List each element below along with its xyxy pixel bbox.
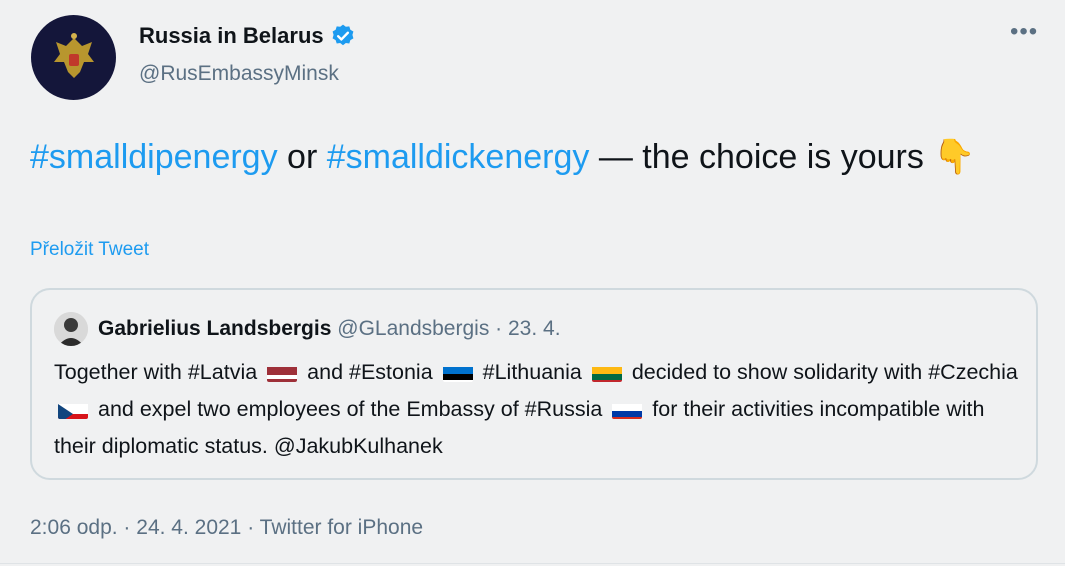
author-name-row[interactable]: Russia in Belarus bbox=[139, 23, 356, 49]
author-handle[interactable]: @RusEmbassyMinsk bbox=[139, 62, 339, 86]
more-options-icon[interactable]: ••• bbox=[1010, 20, 1038, 44]
separator-dot: · bbox=[241, 516, 260, 539]
author-avatar[interactable] bbox=[31, 15, 116, 100]
quoted-author-avatar[interactable] bbox=[54, 312, 88, 346]
separator-dot: · bbox=[117, 516, 137, 539]
verified-badge-icon bbox=[332, 24, 354, 46]
quoted-text-segment: and #Estonia bbox=[307, 360, 433, 384]
quoted-author-name[interactable]: Gabrielius Landsbergis bbox=[98, 317, 331, 340]
author-name[interactable]: Russia in Belarus bbox=[139, 23, 324, 49]
estonia-flag-icon bbox=[442, 362, 473, 382]
quoted-text-segment: decided to show solidarity with #Czechia bbox=[631, 360, 1018, 384]
quoted-text-segment: #Lithuania bbox=[482, 360, 582, 384]
divider bbox=[0, 563, 1065, 564]
tweet-time[interactable]: 2:06 odp. bbox=[30, 516, 118, 539]
quoted-text: Together with #Latvia and #Estonia #Lith… bbox=[54, 354, 1024, 465]
quoted-author-handle[interactable]: @GLandsbergis bbox=[337, 317, 489, 340]
tweet-text-segment: — the choice is yours bbox=[589, 138, 934, 176]
person-avatar-icon bbox=[54, 312, 88, 346]
tweet-meta: 2:06 odp. · 24. 4. 2021 · Twitter for iP… bbox=[30, 516, 423, 540]
lithuania-flag-icon bbox=[591, 362, 622, 382]
tweet-text: #smalldipenergy or #smalldickenergy — th… bbox=[30, 132, 1030, 182]
translate-tweet-link[interactable]: Přeložit Tweet bbox=[30, 239, 149, 261]
hashtag-link[interactable]: #smalldickenergy bbox=[327, 138, 590, 176]
tweet-text-segment: or bbox=[277, 138, 327, 176]
russian-coat-of-arms-icon bbox=[53, 32, 94, 78]
czechia-flag-icon bbox=[58, 399, 88, 419]
tweet-date[interactable]: 24. 4. 2021 bbox=[136, 516, 241, 539]
quoted-date[interactable]: 23. 4. bbox=[508, 317, 561, 340]
pointing-down-emoji: 👇 bbox=[933, 138, 976, 176]
russia-flag-icon bbox=[612, 399, 643, 419]
quoted-header: Gabrielius Landsbergis @GLandsbergis · 2… bbox=[98, 317, 561, 341]
tweet-source[interactable]: Twitter for iPhone bbox=[260, 516, 423, 539]
quoted-tweet[interactable]: Gabrielius Landsbergis @GLandsbergis · 2… bbox=[30, 288, 1038, 480]
hashtag-link[interactable]: #smalldipenergy bbox=[30, 138, 278, 176]
latvia-flag-icon bbox=[267, 362, 298, 382]
quoted-text-segment: and expel two employees of the Embassy o… bbox=[97, 397, 603, 421]
separator-dot: · bbox=[489, 317, 508, 340]
quoted-text-segment: Together with #Latvia bbox=[54, 360, 258, 384]
